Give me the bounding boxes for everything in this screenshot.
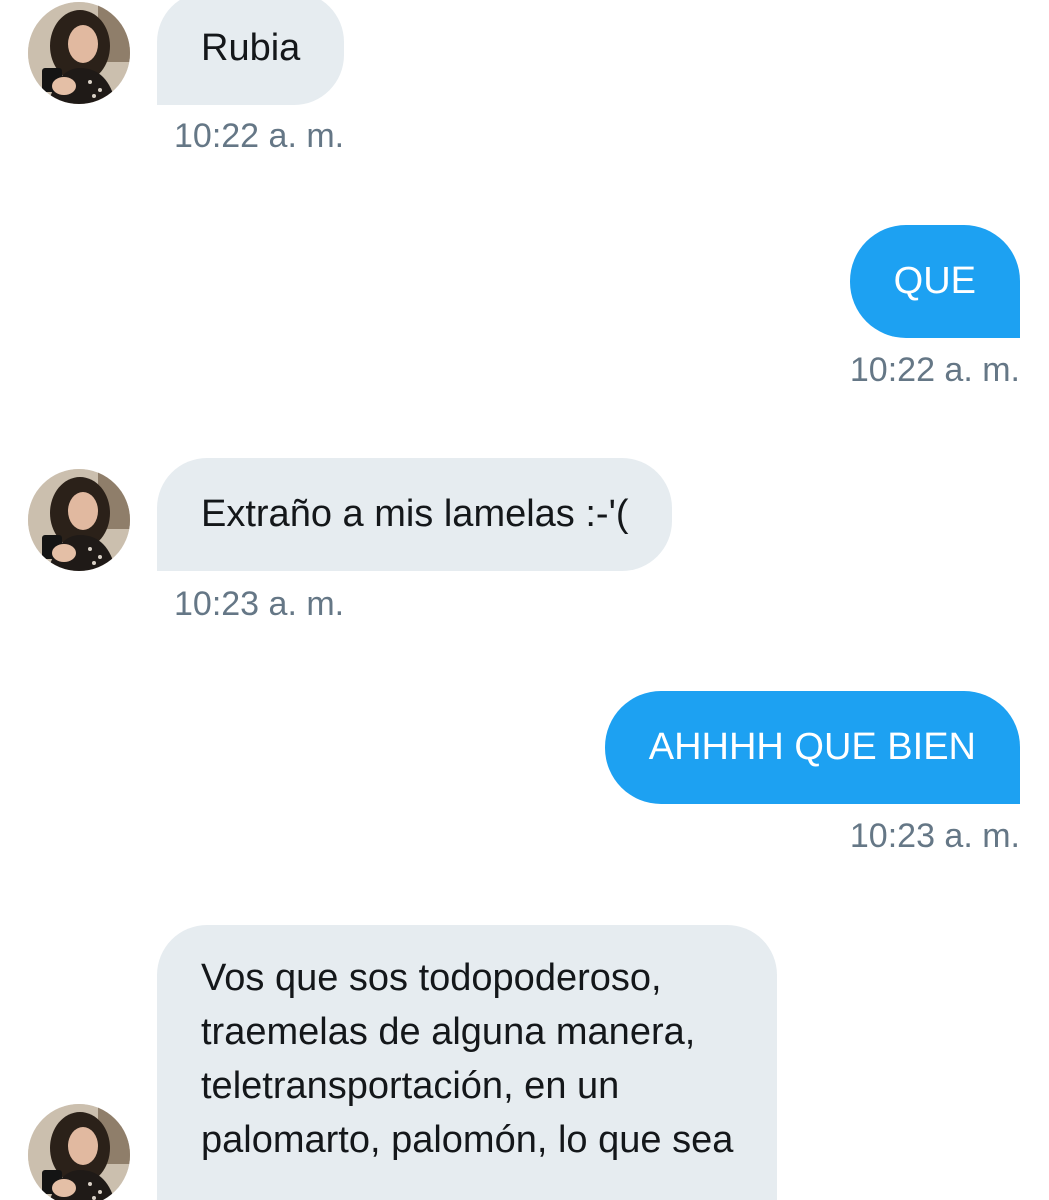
message-bubble-incoming[interactable]: Extraño a mis lamelas :-'(: [157, 458, 673, 571]
sender-avatar[interactable]: [28, 2, 130, 104]
profile-photo-avatar: [28, 1104, 130, 1200]
message-text: AHHHH QUE BIEN: [648, 726, 976, 768]
message-text-line: teletransportación, en un: [201, 1065, 620, 1107]
profile-photo-avatar: [28, 2, 130, 104]
message-timestamp: 10:23 a. m.: [849, 817, 1020, 855]
message-text: QUE: [893, 260, 976, 302]
message-timestamp: 10:22 a. m.: [174, 117, 345, 155]
message-text: Extraño a mis lamelas :-'(: [201, 493, 629, 535]
message-text-line: palomarto, palomón, lo que sea: [201, 1119, 734, 1161]
sender-avatar[interactable]: [28, 469, 130, 571]
message-text-line: Vos que sos todopoderoso,: [201, 957, 662, 999]
message-timestamp: 10:22 a. m.: [849, 351, 1020, 389]
message-thread: Rubia 10:22 a. m. QUE 10:22 a. m. Extrañ…: [0, 0, 1049, 1200]
message-bubble-incoming[interactable]: Vos que sos todopoderoso, traemelas de a…: [157, 925, 778, 1200]
message-bubble-incoming[interactable]: Rubia: [157, 0, 345, 105]
message-bubble-outgoing[interactable]: AHHHH QUE BIEN: [604, 691, 1020, 804]
message-bubble-outgoing[interactable]: QUE: [849, 225, 1020, 338]
sender-avatar[interactable]: [28, 1104, 130, 1200]
profile-photo-avatar: [28, 469, 130, 571]
message-text-line: traemelas de alguna manera,: [201, 1011, 696, 1053]
message-text: Rubia: [201, 27, 301, 69]
message-timestamp: 10:23 a. m.: [174, 585, 345, 623]
